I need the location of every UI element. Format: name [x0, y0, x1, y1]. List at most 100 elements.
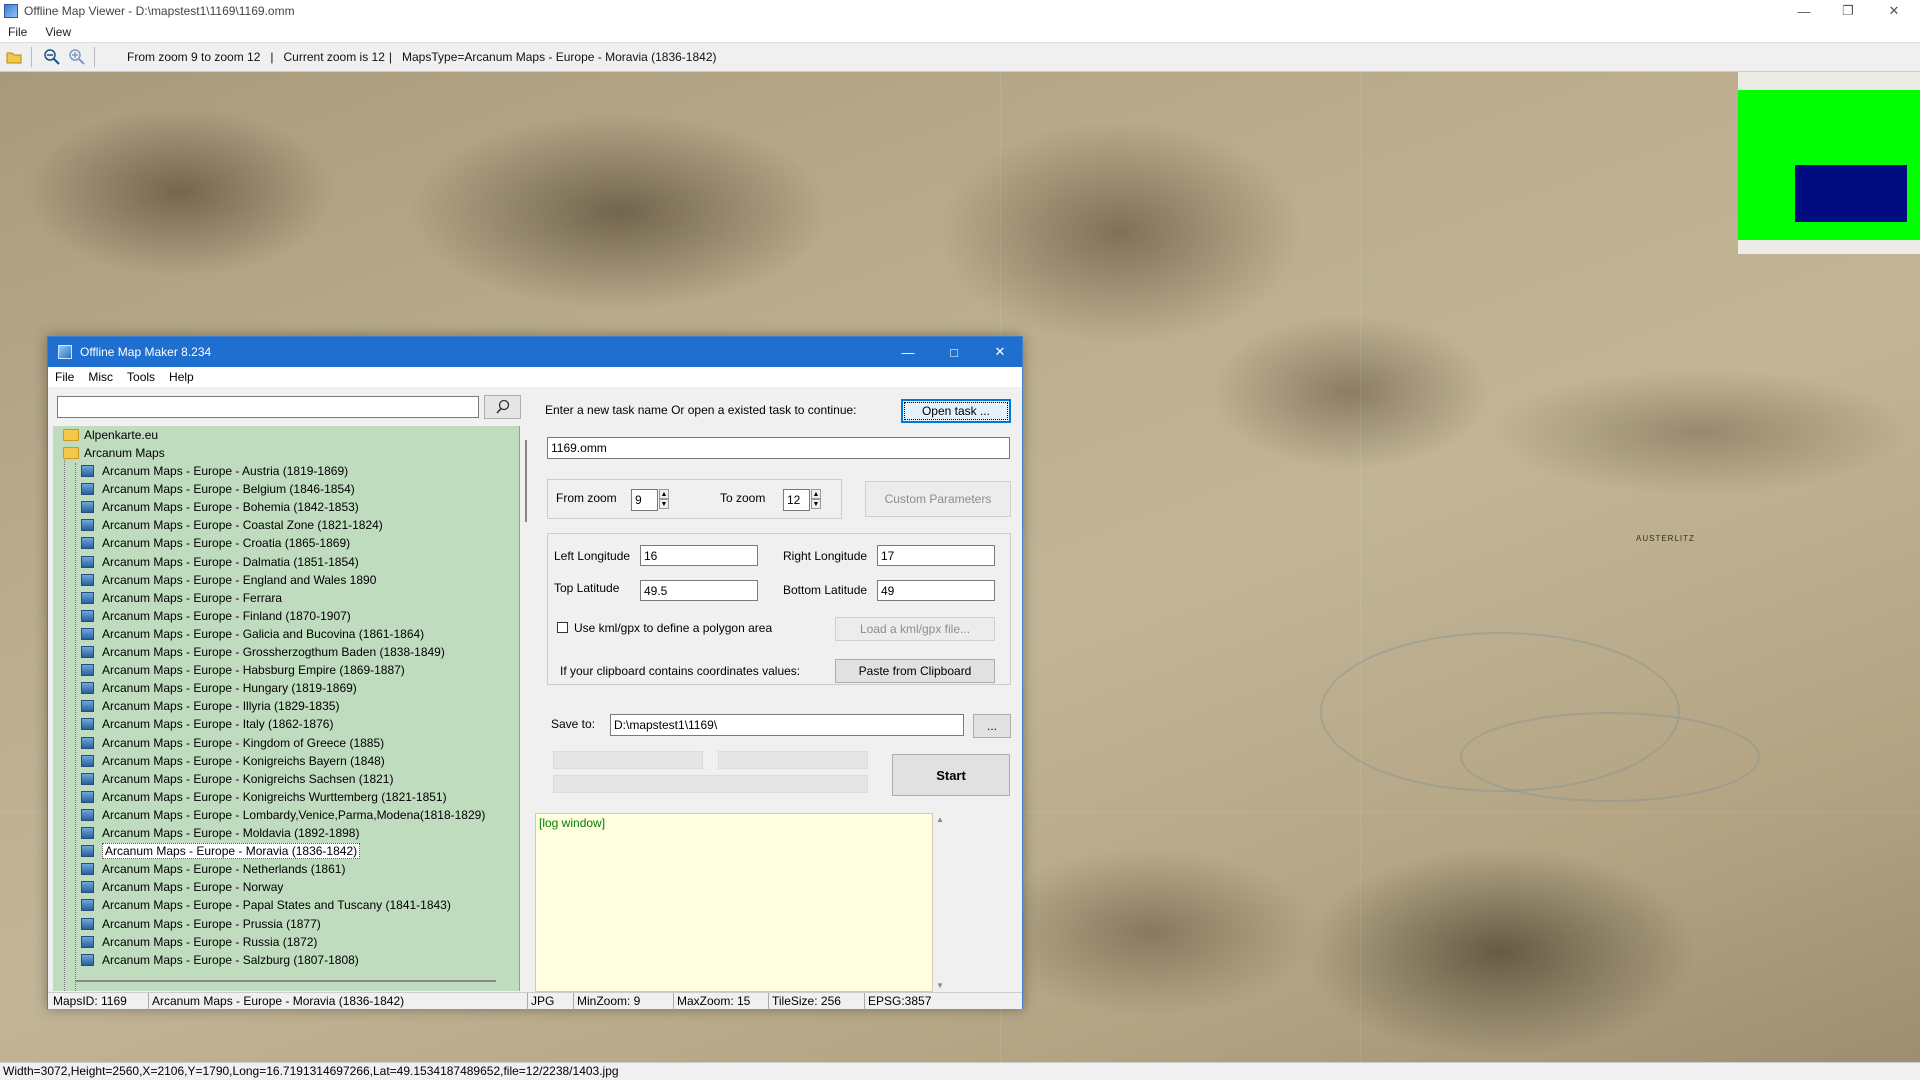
open-task-button[interactable]: Open task ...: [901, 399, 1011, 423]
map-source-icon: [81, 646, 94, 658]
dialog-maximize-button[interactable]: □: [931, 337, 977, 367]
window-title: Offline Map Viewer - D:\mapstest1\1169\1…: [24, 4, 295, 18]
tree-item[interactable]: Arcanum Maps - Europe - Belgium (1846-18…: [81, 480, 355, 498]
status-format: JPG: [531, 994, 555, 1008]
menu-view[interactable]: View: [45, 25, 71, 39]
tree-item[interactable]: Arcanum Maps - Europe - Croatia (1865-18…: [81, 534, 350, 552]
tree-item[interactable]: Arcanum Maps - Europe - Finland (1870-19…: [81, 607, 351, 625]
menu-bar: File View: [0, 22, 1920, 42]
tree-item-label: Arcanum Maps - Europe - Norway: [102, 880, 284, 895]
tree-item[interactable]: Arcanum Maps - Europe - Kingdom of Greec…: [81, 734, 384, 752]
tree-item[interactable]: Arcanum Maps - Europe - Netherlands (186…: [81, 860, 345, 878]
log-scrollbar[interactable]: ▲ ▼: [933, 813, 947, 992]
open-folder-icon[interactable]: [3, 46, 25, 68]
map-source-icon: [81, 899, 94, 912]
tree-item[interactable]: Arcanum Maps - Europe - Italy (1862-1876…: [81, 715, 333, 733]
log-window[interactable]: [log window]: [535, 813, 933, 992]
tree-item-label: Arcanum Maps - Europe - Russia (1872): [102, 934, 318, 949]
tree-item[interactable]: Arcanum Maps - Europe - Russia (1872): [81, 933, 317, 951]
save-to-input[interactable]: D:\mapstest1\1169\: [610, 714, 964, 736]
restore-button[interactable]: ❐: [1826, 0, 1870, 22]
tree-item[interactable]: Arcanum Maps - Europe - Galicia and Buco…: [81, 625, 424, 643]
tree-item-label: Arcanum Maps - Europe - Konigreichs Sach…: [102, 771, 394, 786]
dialog-close-button[interactable]: ✕: [977, 337, 1023, 367]
tree-item-label: Arcanum Maps - Europe - Austria (1819-18…: [102, 464, 349, 478]
tree-horizontal-scrollbar[interactable]: [76, 980, 496, 982]
map-source-icon: [81, 808, 94, 821]
tree-item[interactable]: Arcanum Maps - Europe - Moldavia (1892-1…: [81, 824, 359, 842]
overview-viewport-rect[interactable]: [1795, 165, 1907, 222]
browse-button[interactable]: ...: [973, 714, 1011, 738]
map-source-icon: [81, 790, 94, 803]
dialog-menu-help[interactable]: Help: [169, 370, 194, 384]
map-search-input[interactable]: [57, 396, 479, 418]
zoom-out-icon[interactable]: [41, 46, 63, 68]
tree-item[interactable]: Arcanum Maps - Europe - Coastal Zone (18…: [81, 516, 383, 534]
tree-item[interactable]: Arcanum Maps - Europe - Grossherzogthum …: [81, 643, 445, 661]
tree-item[interactable]: Arcanum Maps - Europe - Ferrara: [81, 589, 282, 607]
app-icon: [4, 4, 18, 18]
tree-item[interactable]: Arcanum Maps - Europe - Papal States and…: [81, 896, 451, 914]
close-button[interactable]: ✕: [1872, 0, 1916, 22]
log-text: [log window]: [539, 816, 606, 830]
map-source-icon: [81, 591, 94, 604]
tree-item-label: Arcanum Maps - Europe - Coastal Zone (18…: [102, 518, 383, 533]
to-zoom-stepper[interactable]: ▲ ▼: [811, 489, 821, 509]
search-button[interactable]: [484, 395, 521, 419]
kml-checkbox[interactable]: [557, 622, 568, 633]
from-zoom-input[interactable]: 9: [631, 489, 658, 511]
task-name-input[interactable]: 1169.omm: [547, 437, 1010, 459]
dialog-minimize-button[interactable]: —: [885, 337, 931, 367]
progress-bar: [718, 751, 868, 769]
tree-item-label: Arcanum Maps - Europe - Ferrara: [102, 590, 283, 605]
start-button[interactable]: Start: [892, 754, 1010, 796]
tree-item[interactable]: Arcanum Maps - Europe - Moravia (1836-18…: [81, 842, 361, 860]
tree-scrollbar[interactable]: [523, 426, 529, 991]
toolbar: From zoom 9 to zoom 12 | Current zoom is…: [0, 42, 1920, 72]
tree-folder[interactable]: Alpenkarte.eu: [63, 426, 158, 444]
tree-item[interactable]: Arcanum Maps - Europe - Prussia (1877): [81, 915, 321, 933]
to-zoom-label: To zoom: [720, 491, 766, 505]
menu-file[interactable]: File: [8, 25, 27, 39]
bottom-latitude-input[interactable]: 49: [877, 580, 995, 601]
tree-item[interactable]: Arcanum Maps - Europe - Lombardy,Venice,…: [81, 806, 485, 824]
tree-item[interactable]: Arcanum Maps - Europe - Konigreichs Sach…: [81, 770, 393, 788]
dialog-menu-file[interactable]: File: [55, 370, 74, 384]
top-latitude-input[interactable]: 49.5: [640, 580, 758, 601]
map-source-icon: [81, 935, 94, 948]
overview-minimap[interactable]: [1738, 72, 1920, 254]
tree-item[interactable]: Arcanum Maps - Europe - Konigreichs Wurt…: [81, 788, 447, 806]
tree-item[interactable]: Arcanum Maps - Europe - Hungary (1819-18…: [81, 679, 357, 697]
tree-folder[interactable]: Arcanum Maps: [63, 444, 165, 462]
map-source-icon: [81, 501, 94, 514]
tree-item[interactable]: Arcanum Maps - Europe - Austria (1819-18…: [81, 462, 348, 480]
paste-from-clipboard-button[interactable]: Paste from Clipboard: [835, 659, 995, 683]
tree-item[interactable]: Arcanum Maps - Europe - Illyria (1829-18…: [81, 697, 339, 715]
maps-type-text: MapsType=Arcanum Maps - Europe - Moravia…: [402, 50, 717, 64]
tree-item-label: Arcanum Maps - Europe - England and Wale…: [102, 572, 377, 587]
minimize-button[interactable]: —: [1782, 0, 1826, 22]
right-longitude-input[interactable]: 17: [877, 545, 995, 566]
map-source-tree[interactable]: Alpenkarte.eu Arcanum Maps Arcanum Maps …: [53, 426, 520, 991]
to-zoom-input[interactable]: 12: [783, 489, 810, 511]
tree-item[interactable]: Arcanum Maps - Europe - Bohemia (1842-18…: [81, 498, 359, 516]
tree-item-label: Arcanum Maps - Europe - Salzburg (1807-1…: [102, 952, 359, 967]
map-source-icon: [81, 736, 94, 749]
load-kml-button[interactable]: Load a kml/gpx file...: [835, 617, 995, 641]
tree-item[interactable]: Arcanum Maps - Europe - England and Wale…: [81, 571, 376, 589]
tree-item[interactable]: Arcanum Maps - Europe - Konigreichs Baye…: [81, 752, 385, 770]
zoom-in-icon[interactable]: [66, 46, 88, 68]
tree-item-label: Arcanum Maps - Europe - Lombardy,Venice,…: [102, 807, 486, 822]
tree-item[interactable]: Arcanum Maps - Europe - Habsburg Empire …: [81, 661, 405, 679]
tree-item[interactable]: Arcanum Maps - Europe - Norway: [81, 878, 283, 896]
dialog-menu-tools[interactable]: Tools: [127, 370, 155, 384]
right-longitude-label: Right Longitude: [783, 549, 868, 563]
custom-parameters-button[interactable]: Custom Parameters: [865, 481, 1011, 517]
from-zoom-stepper[interactable]: ▲ ▼: [659, 489, 669, 509]
dialog-menu-misc[interactable]: Misc: [88, 370, 113, 384]
tree-item-label: Arcanum Maps - Europe - Galicia and Buco…: [102, 626, 425, 641]
tree-item[interactable]: Arcanum Maps - Europe - Salzburg (1807-1…: [81, 951, 359, 969]
tree-item[interactable]: Arcanum Maps - Europe - Dalmatia (1851-1…: [81, 553, 359, 571]
left-longitude-label: Left Longitude: [554, 549, 631, 563]
left-longitude-input[interactable]: 16: [640, 545, 758, 566]
